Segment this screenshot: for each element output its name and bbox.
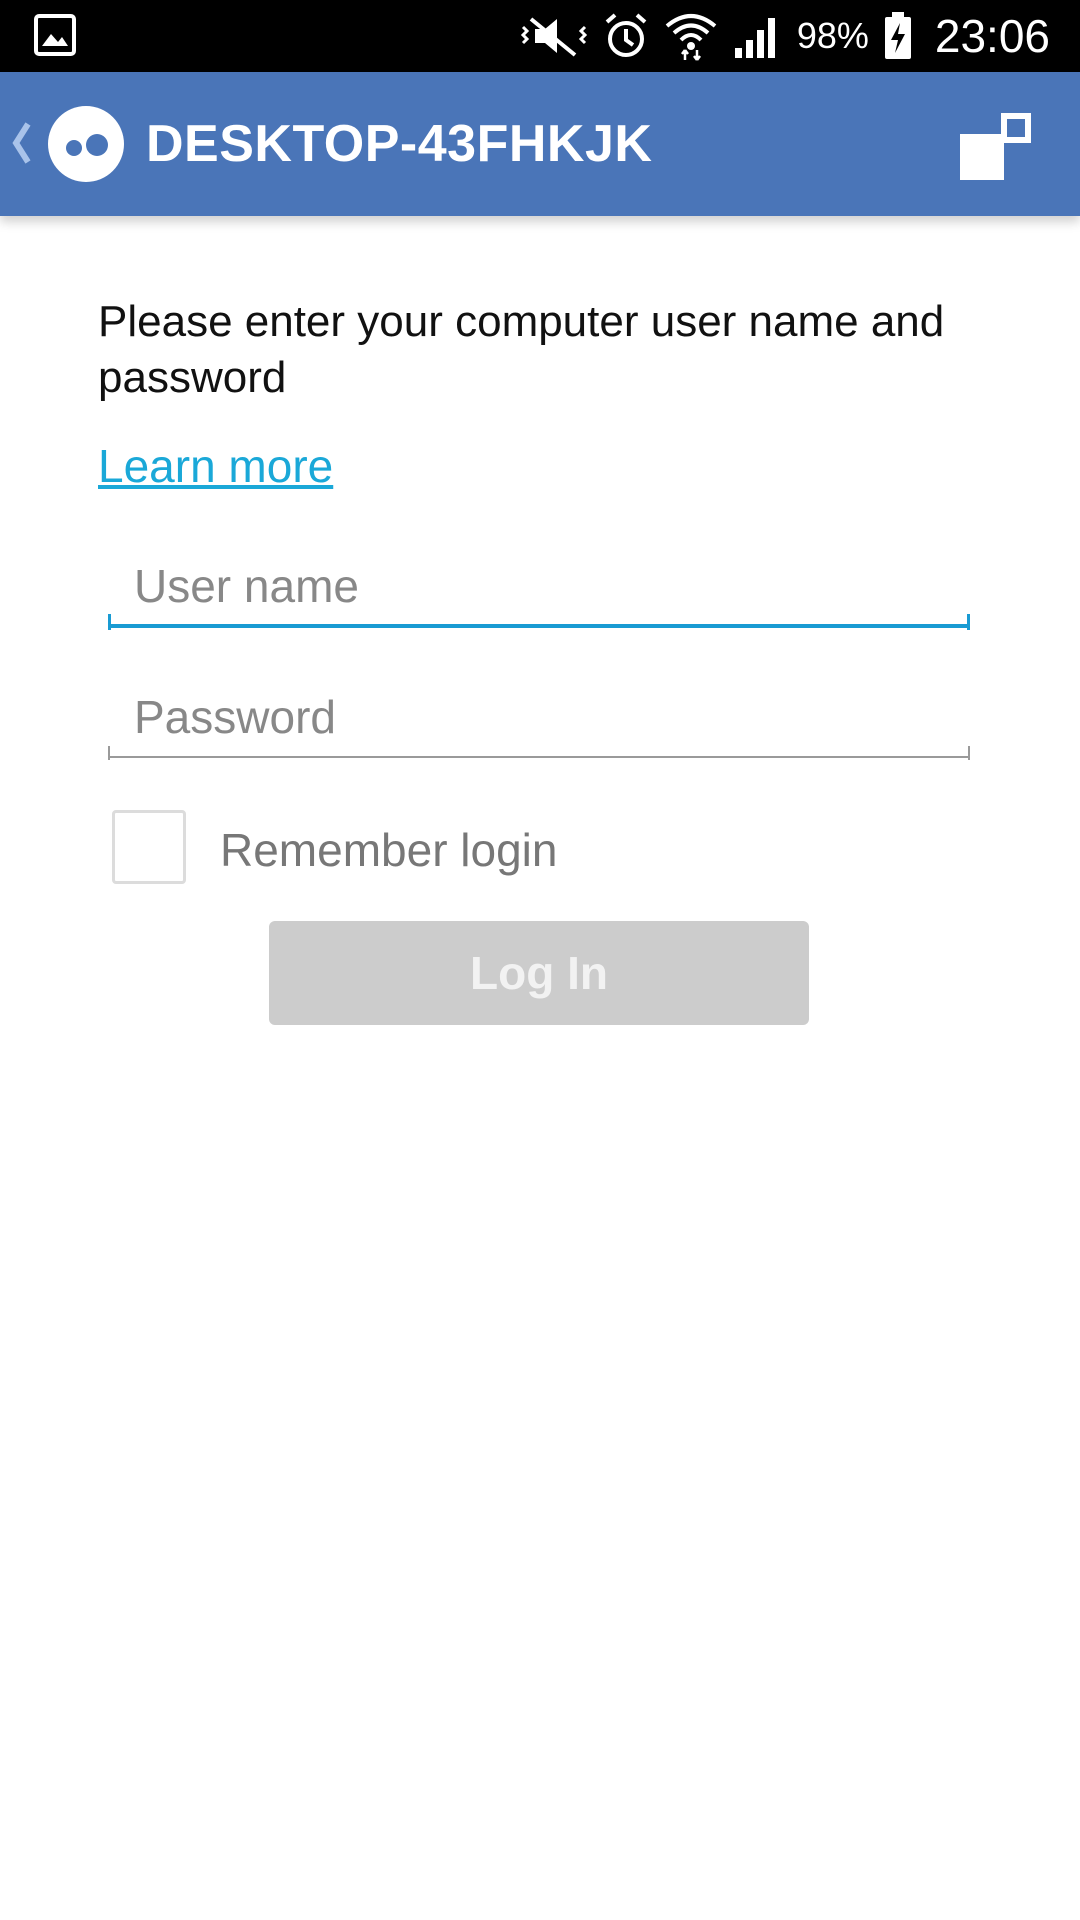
login-button[interactable]: Log In — [269, 921, 809, 1025]
username-underline-edge — [967, 614, 970, 630]
alarm-icon — [605, 13, 647, 57]
password-input[interactable] — [108, 678, 970, 758]
learn-more-link[interactable]: Learn more — [98, 438, 333, 494]
window-switch-icon[interactable] — [956, 108, 1036, 186]
back-chevron-icon[interactable] — [10, 120, 32, 166]
app-logo-icon[interactable] — [48, 106, 124, 182]
password-underline-edge — [108, 746, 110, 760]
status-clock: 23:06 — [934, 10, 1050, 62]
password-underline-edge — [968, 746, 970, 760]
remember-login-label[interactable]: Remember login — [220, 822, 557, 878]
gallery-icon — [34, 14, 76, 56]
status-bar: 98% 23:06 — [0, 0, 1080, 72]
username-input[interactable] — [108, 548, 970, 628]
status-icons: 98% 23:06 — [519, 0, 1050, 72]
signal-icon — [734, 18, 775, 58]
battery-charging-icon — [884, 12, 911, 59]
battery-percent: 98% — [796, 15, 869, 56]
page-title: DESKTOP-43FHKJK — [146, 115, 653, 173]
app-bar: DESKTOP-43FHKJK — [0, 72, 1080, 216]
wifi-icon — [665, 14, 717, 61]
remember-login-checkbox[interactable] — [112, 810, 186, 884]
login-instruction: Please enter your computer user name and… — [98, 297, 945, 402]
mute-vibrate-icon — [520, 17, 587, 57]
username-underline-edge — [108, 614, 111, 630]
